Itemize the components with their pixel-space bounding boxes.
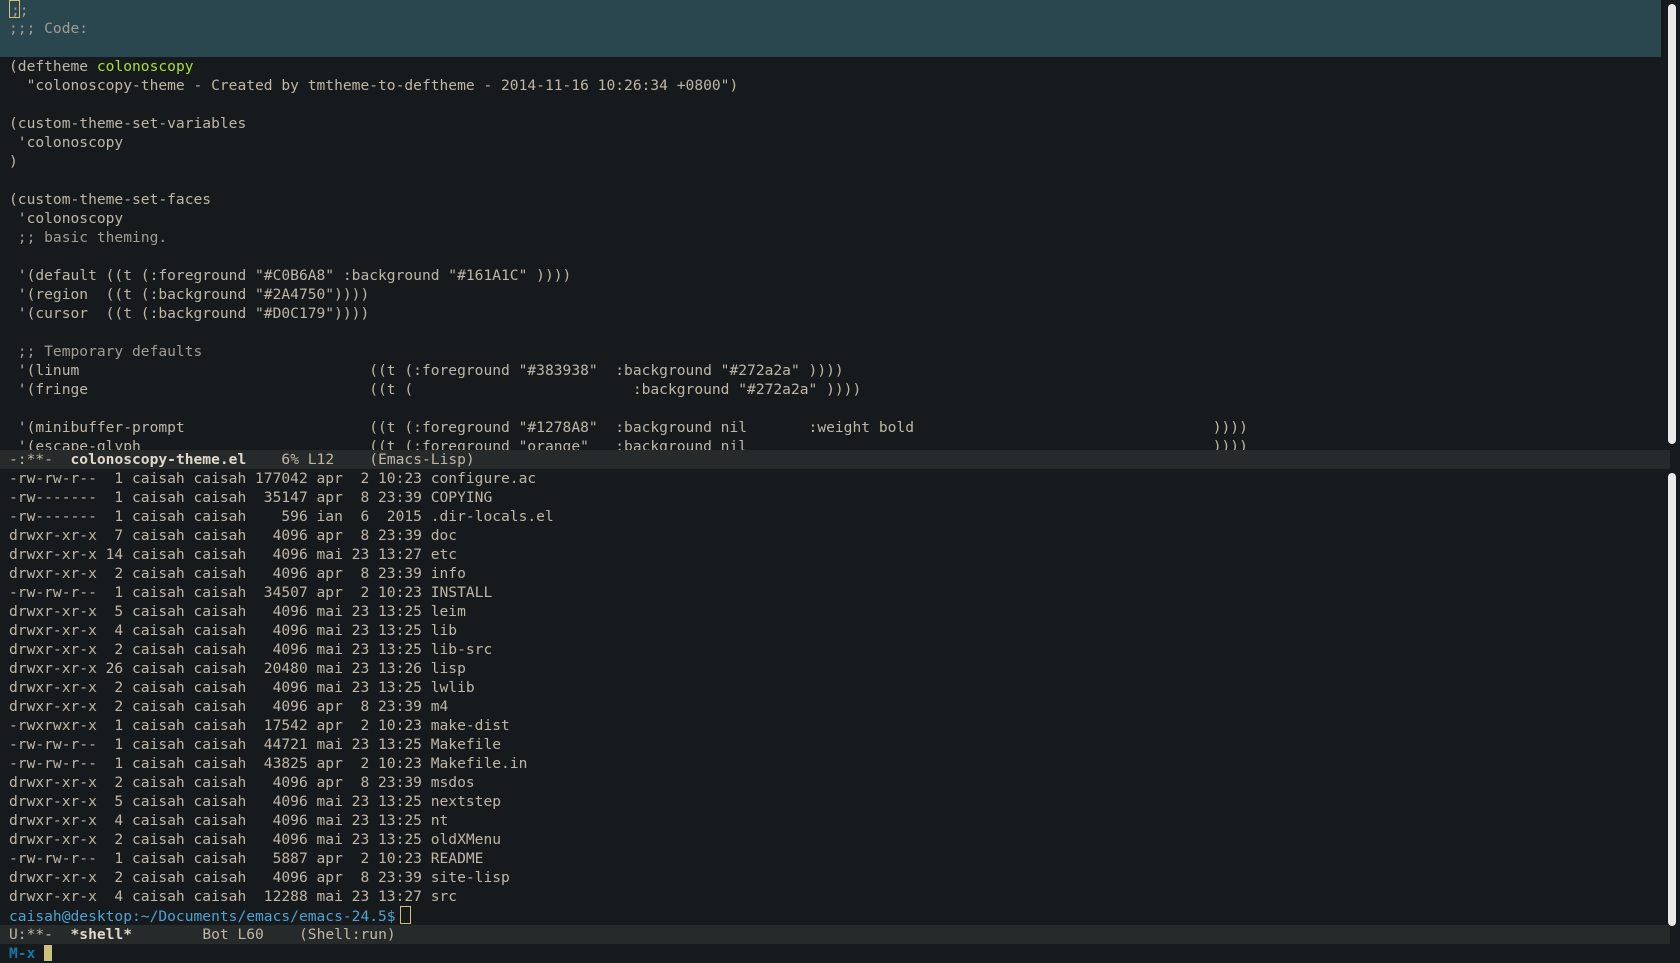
editor-line[interactable]: (custom-theme-set-variables xyxy=(0,114,1661,133)
shell-output-line: -rw------- 1 caisah caisah 35147 apr 8 2… xyxy=(9,489,493,506)
shell-output-line: -rw-rw-r-- 1 caisah caisah 43825 apr 2 1… xyxy=(9,755,528,772)
editor-line[interactable]: 'colonoscopy xyxy=(0,133,1661,152)
minibuffer[interactable]: M-x xyxy=(0,944,53,963)
editor-line-text: '(minibuffer-prompt ((t (:foreground "#1… xyxy=(9,419,1248,436)
shell-output-line: drwxr-xr-x 4 caisah caisah 12288 mai 23 … xyxy=(9,888,458,905)
shell-output-line: drwxr-xr-x 5 caisah caisah 4096 mai 23 1… xyxy=(9,793,502,810)
editor-line-text: (deftheme colonoscopy xyxy=(9,58,194,75)
editor-line-text: '(escape-glyph ((t (:foreground "orange"… xyxy=(9,438,1248,450)
editor-line-text: ;; basic theming. xyxy=(9,229,168,246)
modeline-status: U:**- xyxy=(9,926,53,943)
shell-output-line: drwxr-xr-x 2 caisah caisah 4096 mai 23 1… xyxy=(9,641,493,658)
shell-output-line: drwxr-xr-x 2 caisah caisah 4096 apr 8 23… xyxy=(9,565,466,582)
shell-scrollbar[interactable] xyxy=(1664,469,1680,930)
editor-line-text: 'colonoscopy xyxy=(9,134,124,151)
shell-output-line: drwxr-xr-x 2 caisah caisah 4096 apr 8 23… xyxy=(9,869,510,886)
editor-line[interactable]: ;;; Code: xyxy=(0,19,1661,38)
editor-scrollbar[interactable] xyxy=(1664,0,1680,450)
editor-line-text: '(fringe ((t ( :background "#272a2a" )))… xyxy=(9,381,862,398)
editor-line[interactable] xyxy=(0,323,1661,342)
editor-line-text: ;; Temporary defaults xyxy=(9,343,203,360)
editor-line[interactable]: ) xyxy=(0,152,1661,171)
editor-line[interactable] xyxy=(0,95,1661,114)
editor-line-text: '(cursor ((t (:background "#D0C179")))) xyxy=(9,305,370,322)
modeline-position: Bot L60 xyxy=(202,926,264,943)
shell-window[interactable]: -rw-rw-r-- 1 caisah caisah 177042 apr 2 … xyxy=(0,469,1661,930)
shell-output-line: drwxr-xr-x 14 caisah caisah 4096 mai 23 … xyxy=(9,546,458,563)
editor-modeline: -:**- colonoscopy-theme.el 6% L12 (Emacs… xyxy=(0,450,1670,469)
shell-scrollbar-track[interactable] xyxy=(1668,473,1676,926)
shell-output-line: -rw-rw-r-- 1 caisah caisah 44721 mai 23 … xyxy=(9,736,502,753)
editor-line[interactable] xyxy=(0,399,1661,418)
editor-line[interactable] xyxy=(0,38,1661,57)
editor-line[interactable] xyxy=(0,171,1661,190)
editor-line-text: "colonoscopy-theme - Created by tmtheme-… xyxy=(9,77,739,94)
editor-line[interactable]: '(fringe ((t ( :background "#272a2a" )))… xyxy=(0,380,1661,399)
modeline-major-mode[interactable]: (Emacs-Lisp) xyxy=(369,451,474,468)
editor-line[interactable]: '(minibuffer-prompt ((t (:foreground "#1… xyxy=(0,418,1661,437)
shell-output-line: -rw-rw-r-- 1 caisah caisah 5887 apr 2 10… xyxy=(9,850,484,867)
modeline-status: -:**- xyxy=(9,451,53,468)
editor-line[interactable]: '(default ((t (:foreground "#C0B6A8" :ba… xyxy=(0,266,1661,285)
editor-line-text: ;;; Code: xyxy=(9,20,89,37)
editor-line-text: '(linum ((t (:foreground "#383938" :back… xyxy=(9,362,844,379)
shell-modeline: U:**- *shell* Bot L60 (Shell:run) xyxy=(0,925,1670,944)
editor-line-text: (custom-theme-set-variables xyxy=(9,115,247,132)
editor-line[interactable]: '(cursor ((t (:background "#D0C179")))) xyxy=(0,304,1661,323)
editor-line-text: ;; xyxy=(11,2,29,19)
shell-output-line: drwxr-xr-x 4 caisah caisah 4096 mai 23 1… xyxy=(9,622,458,639)
shell-output-line: drwxr-xr-x 7 caisah caisah 4096 apr 8 23… xyxy=(9,527,458,544)
editor-line[interactable]: 'colonoscopy xyxy=(0,209,1661,228)
shell-output-line: drwxr-xr-x 26 caisah caisah 20480 mai 23… xyxy=(9,660,466,677)
shell-output-line: -rw------- 1 caisah caisah 596 ian 6 201… xyxy=(9,508,554,525)
modeline-buffer-name[interactable]: colonoscopy-theme.el xyxy=(71,451,247,468)
editor-line[interactable]: '(linum ((t (:foreground "#383938" :back… xyxy=(0,361,1661,380)
editor-line[interactable] xyxy=(0,247,1661,266)
editor-line-text: '(default ((t (:foreground "#C0B6A8" :ba… xyxy=(9,267,572,284)
editor-line-text: '(region ((t (:background "#2A4750")))) xyxy=(9,286,370,303)
editor-line[interactable]: ;; basic theming. xyxy=(0,228,1661,247)
editor-line[interactable]: ;; Temporary defaults xyxy=(0,342,1661,361)
editor-line[interactable]: '(region ((t (:background "#2A4750")))) xyxy=(0,285,1661,304)
shell-output-line: -rwxrwxr-x 1 caisah caisah 17542 apr 2 1… xyxy=(9,717,510,734)
editor-line-text: (custom-theme-set-faces xyxy=(9,191,212,208)
minibuffer-prompt: M-x xyxy=(9,945,36,962)
modeline-position: 6% L12 xyxy=(281,451,335,468)
editor-scrollbar-thumb[interactable] xyxy=(1668,4,1676,444)
editor-line[interactable]: (deftheme colonoscopy xyxy=(0,57,1661,76)
shell-output-line: drwxr-xr-x 2 caisah caisah 4096 apr 8 23… xyxy=(9,698,449,715)
shell-cursor xyxy=(399,906,411,924)
editor-line-text: ) xyxy=(9,153,18,170)
shell-prompt: caisah@desktop:~/Documents/emacs/emacs-2… xyxy=(9,908,396,925)
editor-line-text: 'colonoscopy xyxy=(9,210,124,227)
editor-window[interactable]: ;;;;; Code: (deftheme colonoscopy "colono… xyxy=(0,0,1661,450)
shell-output-line: drwxr-xr-x 2 caisah caisah 4096 apr 8 23… xyxy=(9,774,475,791)
shell-output-line: -rw-rw-r-- 1 caisah caisah 177042 apr 2 … xyxy=(9,470,537,487)
modeline-major-mode[interactable]: (Shell:run) xyxy=(299,926,396,943)
shell-output-line: drwxr-xr-x 5 caisah caisah 4096 mai 23 1… xyxy=(9,603,466,620)
modeline-buffer-name[interactable]: *shell* xyxy=(71,926,133,943)
editor-line[interactable]: '(escape-glyph ((t (:foreground "orange"… xyxy=(0,437,1661,450)
shell-output-line: drwxr-xr-x 2 caisah caisah 4096 mai 23 1… xyxy=(9,679,475,696)
shell-prompt-line[interactable]: caisah@desktop:~/Documents/emacs/emacs-2… xyxy=(0,906,1661,925)
minibuffer-cursor xyxy=(44,945,53,961)
editor-line[interactable]: (custom-theme-set-faces xyxy=(0,190,1661,209)
editor-line[interactable]: "colonoscopy-theme - Created by tmtheme-… xyxy=(0,76,1661,95)
editor-line[interactable]: ;; xyxy=(0,0,1661,19)
shell-output-line: -rw-rw-r-- 1 caisah caisah 34507 apr 2 1… xyxy=(9,584,493,601)
shell-output-line: drwxr-xr-x 2 caisah caisah 4096 mai 23 1… xyxy=(9,831,502,848)
shell-output-line: drwxr-xr-x 4 caisah caisah 4096 mai 23 1… xyxy=(9,812,449,829)
